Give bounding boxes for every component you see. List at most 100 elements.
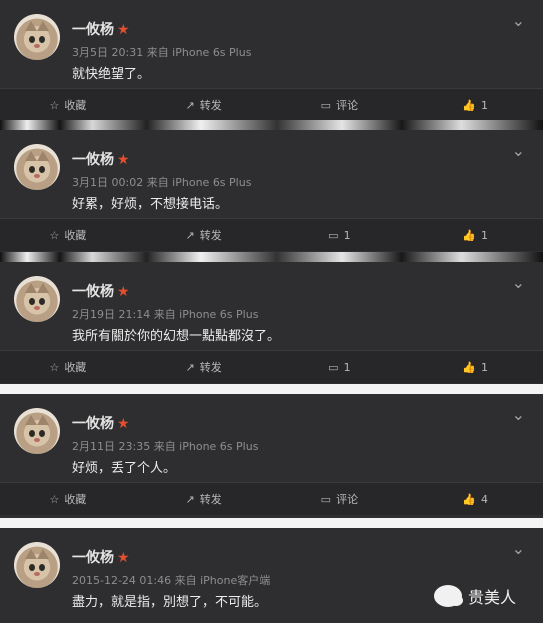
avatar-cat[interactable] <box>14 542 60 588</box>
thumbs-up-icon: 👍 <box>462 492 476 506</box>
avatar-ear-left <box>25 283 37 293</box>
avatar-eye-left <box>29 564 35 571</box>
star-icon: ★ <box>117 284 130 300</box>
post-card-5: 一攸杨 ★ 2015-12-24 01:46 来自 iPhone客户端 盡力，就是… <box>0 528 543 623</box>
avatar-nose <box>34 44 40 48</box>
comment-icon: ▭ <box>328 228 339 242</box>
image-divider <box>0 252 543 262</box>
like-count: 1 <box>480 228 488 242</box>
thumbs-up-icon: 👍 <box>462 228 476 242</box>
user-name[interactable]: 一攸杨 ★ <box>72 547 130 567</box>
avatar-eye-right <box>39 36 45 43</box>
collect-label: 收藏 <box>64 229 87 242</box>
post-text: 好累，好烦，不想接电话。 <box>72 197 229 212</box>
forward-icon: ↗ <box>185 228 195 242</box>
star-icon: ★ <box>117 22 130 38</box>
forward-label: 转发 <box>199 361 222 374</box>
post-card-3: 一攸杨 ★ 2月19日 21:14 来自 iPhone 6s Plus 我所有關於… <box>0 262 543 384</box>
avatar-ear-right <box>37 415 49 425</box>
post-text: 盡力，就是指，別想了，不可能。 <box>72 595 268 610</box>
avatar-cat[interactable] <box>14 144 60 190</box>
post-actions: ☆ 收藏 ↗ 转发 ▭ 评论 👍 4 <box>0 482 543 515</box>
avatar-cat[interactable] <box>14 14 60 60</box>
post-meta: 2015-12-24 01:46 来自 iPhone客户端 <box>72 574 271 587</box>
post-header: 一攸杨 ★ 2月19日 21:14 来自 iPhone 6s Plus 我所有關於… <box>0 262 543 350</box>
post-card-1: 一攸杨 ★ 3月5日 20:31 来自 iPhone 6s Plus 就快绝望了。… <box>0 0 543 121</box>
user-name-text: 一攸杨 <box>72 152 114 168</box>
collect-button[interactable]: ☆ 收藏 <box>0 483 136 515</box>
chevron-down-icon[interactable]: ⌄ <box>512 11 525 30</box>
collect-button[interactable]: ☆ 收藏 <box>0 219 136 251</box>
user-name-text: 一攸杨 <box>72 22 114 38</box>
star-outline-icon: ☆ <box>49 360 60 374</box>
post-meta: 3月1日 00:02 来自 iPhone 6s Plus <box>72 176 252 189</box>
comment-button[interactable]: ▭ 评论 <box>272 89 408 121</box>
like-button[interactable]: 👍 4 <box>407 483 543 515</box>
thumbs-up-icon: 👍 <box>462 360 476 374</box>
separator-strip <box>0 518 543 528</box>
like-count: 1 <box>480 98 488 112</box>
separator-strip <box>0 384 543 394</box>
post-card-4: 一攸杨 ★ 2月11日 23:35 来自 iPhone 6s Plus 好烦，丢了… <box>0 394 543 518</box>
avatar-eye-left <box>29 166 35 173</box>
avatar-ear-right <box>37 21 49 31</box>
comment-button[interactable]: ▭ 1 <box>272 219 408 251</box>
chevron-down-icon[interactable]: ⌄ <box>512 405 525 424</box>
avatar-nose <box>34 174 40 178</box>
thumbs-up-icon: 👍 <box>462 98 476 112</box>
star-icon: ★ <box>117 416 130 432</box>
forward-icon: ↗ <box>185 98 195 112</box>
forward-label: 转发 <box>199 229 222 242</box>
avatar-ear-left <box>25 415 37 425</box>
collect-label: 收藏 <box>64 99 87 112</box>
forward-label: 转发 <box>199 99 222 112</box>
user-name-text: 一攸杨 <box>72 416 114 432</box>
avatar-nose <box>34 306 40 310</box>
collect-button[interactable]: ☆ 收藏 <box>0 351 136 383</box>
user-name[interactable]: 一攸杨 ★ <box>72 281 130 301</box>
star-icon: ★ <box>117 550 130 566</box>
comment-icon: ▭ <box>320 492 332 506</box>
wechat-watermark: 贵美人 <box>434 584 516 608</box>
user-name[interactable]: 一攸杨 ★ <box>72 19 130 39</box>
post-header: 一攸杨 ★ 3月5日 20:31 来自 iPhone 6s Plus 就快绝望了。… <box>0 0 543 88</box>
post-meta: 2月19日 21:14 来自 iPhone 6s Plus <box>72 308 259 321</box>
avatar-eye-right <box>39 430 45 437</box>
like-button[interactable]: 👍 1 <box>407 89 543 121</box>
post-header: 一攸杨 ★ 3月1日 00:02 来自 iPhone 6s Plus 好累，好烦，… <box>0 130 543 218</box>
comment-button[interactable]: ▭ 1 <box>272 351 408 383</box>
avatar-ear-left <box>25 549 37 559</box>
avatar-ear-left <box>25 21 37 31</box>
forward-icon: ↗ <box>185 360 195 374</box>
avatar-cat[interactable] <box>14 408 60 454</box>
chevron-down-icon[interactable]: ⌄ <box>512 539 525 558</box>
avatar-ear-left <box>25 151 37 161</box>
comment-count: 1 <box>343 360 351 374</box>
comment-label: 评论 <box>336 493 359 506</box>
comment-icon: ▭ <box>328 360 339 374</box>
chevron-down-icon[interactable]: ⌄ <box>512 141 525 160</box>
post-actions: ☆ 收藏 ↗ 转发 ▭ 1 👍 1 <box>0 350 543 383</box>
forward-button[interactable]: ↗ 转发 <box>136 483 272 515</box>
user-name[interactable]: 一攸杨 ★ <box>72 413 130 433</box>
like-count: 1 <box>480 360 488 374</box>
like-button[interactable]: 👍 1 <box>407 219 543 251</box>
like-count: 4 <box>480 492 488 506</box>
user-name[interactable]: 一攸杨 ★ <box>72 149 130 169</box>
post-text: 我所有關於你的幻想一點點都沒了。 <box>72 329 281 344</box>
chevron-down-icon[interactable]: ⌄ <box>512 273 525 292</box>
avatar-cat[interactable] <box>14 276 60 322</box>
comment-button[interactable]: ▭ 评论 <box>272 483 408 515</box>
post-actions: ☆ 收藏 ↗ 转发 ▭ 1 👍 1 <box>0 218 543 251</box>
avatar-eye-left <box>29 298 35 305</box>
user-name-text: 一攸杨 <box>72 284 114 300</box>
avatar-ear-right <box>37 549 49 559</box>
forward-button[interactable]: ↗ 转发 <box>136 89 272 121</box>
forward-button[interactable]: ↗ 转发 <box>136 219 272 251</box>
post-meta: 3月5日 20:31 来自 iPhone 6s Plus <box>72 46 252 59</box>
forward-icon: ↗ <box>185 492 195 506</box>
collect-button[interactable]: ☆ 收藏 <box>0 89 136 121</box>
comment-count: 1 <box>343 228 351 242</box>
like-button[interactable]: 👍 1 <box>407 351 543 383</box>
forward-button[interactable]: ↗ 转发 <box>136 351 272 383</box>
